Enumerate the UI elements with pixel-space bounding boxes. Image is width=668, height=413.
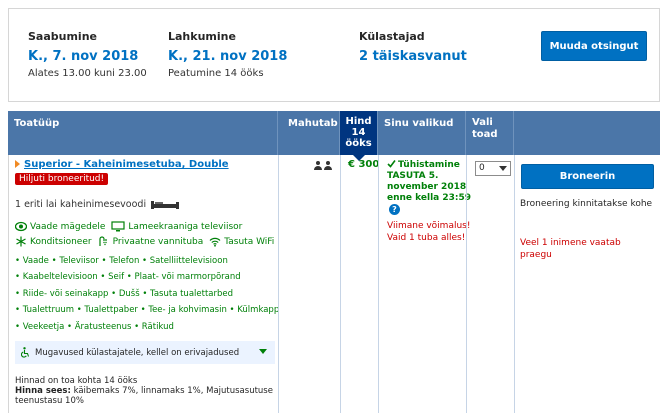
header-room-type: Toatüüp	[8, 111, 278, 155]
amenities-row: • Tualettruum • Tualettpaber • Tee- ja k…	[15, 305, 280, 315]
amenities-row: • Kaabeltelevisioon • Seif • Plaat- või …	[15, 272, 241, 282]
header-price-line3: ööks	[345, 138, 372, 149]
room-price: € 300	[348, 159, 380, 170]
accessibility-label: Mugavused külastajatele, kellel on eriva…	[35, 347, 240, 358]
feature-label: Konditsioneer	[30, 236, 92, 247]
wheelchair-icon	[21, 347, 30, 358]
search-summary: Saabumine K., 7. nov 2018 Alates 13.00 k…	[8, 8, 660, 102]
help-icon[interactable]: ?	[389, 204, 400, 215]
feature-air-conditioning: Konditsioneer	[15, 236, 92, 247]
feature-label: Lameekraaniga televiisor	[128, 221, 243, 232]
header-price-line1: Hind	[345, 116, 372, 127]
checkmark-icon	[387, 160, 396, 168]
last-chance-notice: Viimane võimalus! Vaid 1 tuba alles!	[387, 221, 471, 243]
header-select-rooms: Vali toad	[466, 111, 514, 155]
accessibility-toggle[interactable]: Mugavused külastajatele, kellel on eriva…	[15, 341, 275, 364]
column-divider	[340, 155, 341, 413]
two-persons-icon	[314, 161, 332, 170]
bed-info: 1 eriti lai kaheinimesevoodi	[15, 199, 180, 210]
wifi-icon	[209, 237, 221, 247]
feature-label: Vaade mägedele	[30, 221, 106, 232]
checkout-section: Lahkumine K., 21. nov 2018 Peatumine 14 …	[168, 30, 287, 79]
viewers-notice: Veel 1 inimene vaatab praegu	[520, 238, 621, 260]
amenities-row: • Vaade • Televiisor • Telefon • Satelli…	[15, 256, 228, 266]
bed-icon	[151, 200, 180, 209]
checkin-section: Saabumine K., 7. nov 2018 Alates 13.00 k…	[28, 30, 147, 79]
header-price-line2: 14	[351, 127, 366, 138]
header-choices: Sinu valikud	[378, 111, 466, 155]
price-note-includes: Hinna sees: käibemaks 7%, linnamaks 1%, …	[15, 386, 277, 406]
guests-value[interactable]: 2 täiskasvanut	[359, 49, 467, 64]
room-table: Toatüüp Mahutab Hind 14 ööks Sinu valiku…	[8, 111, 660, 413]
header-select-line2: toad	[472, 129, 498, 140]
caret-right-icon	[15, 160, 20, 168]
table-row: Superior - Kaheinimesetuba, Double Hilju…	[8, 155, 660, 413]
column-divider	[278, 155, 279, 413]
price-note: Hinnad on toa kohta 14 ööks Hinna sees: …	[15, 376, 277, 406]
table-header: Toatüüp Mahutab Hind 14 ööks Sinu valiku…	[8, 111, 660, 161]
checkout-label: Lahkumine	[168, 30, 236, 43]
checkin-hours: Alates 13.00 kuni 23.00	[28, 68, 147, 79]
room-quantity-select[interactable]: 0	[475, 161, 511, 176]
header-action	[514, 111, 660, 155]
eye-icon	[15, 221, 27, 232]
features-row-1: Vaade mägedele Lameekraaniga televiisor	[15, 221, 242, 232]
shower-icon	[98, 236, 107, 246]
modify-search-button[interactable]: Muuda otsingut	[541, 31, 647, 61]
instant-confirmation: Broneering kinnitatakse kohe	[520, 199, 653, 209]
chevron-down-icon	[259, 349, 267, 354]
room-name[interactable]: Superior - Kaheinimesetuba, Double	[24, 159, 229, 170]
features-row-2: Konditsioneer Privaatne vannituba Tasuta…	[15, 236, 274, 247]
amenities-row: • Veekeetja • Äratusteenus • Rätikud	[15, 322, 174, 332]
checkin-label: Saabumine	[28, 30, 97, 43]
header-price[interactable]: Hind 14 ööks	[340, 111, 378, 161]
header-occupancy: Mahutab	[278, 111, 340, 155]
price-note-label: Hinna sees:	[15, 386, 71, 396]
guests-label: Külastajad	[359, 30, 425, 43]
stay-length: Peatumine 14 ööks	[168, 68, 264, 79]
guests-section: Külastajad 2 täiskasvanut	[359, 30, 467, 64]
feature-private-bathroom: Privaatne vannituba	[98, 236, 204, 247]
checkout-date: K., 21. nov 2018	[168, 49, 288, 64]
column-divider	[378, 155, 379, 413]
snowflake-icon	[16, 236, 26, 247]
price-note-nights: Hinnad on toa kohta 14 ööks	[15, 376, 138, 386]
amenities-row: • Riide- või seinakapp • Dušš • Tasuta t…	[15, 289, 234, 299]
recently-booked-badge: Hiljuti broneeritud!	[15, 173, 109, 185]
book-button[interactable]: Broneerin	[521, 164, 654, 189]
column-divider	[466, 155, 467, 413]
checkin-date: K., 7. nov 2018	[28, 49, 139, 64]
cancellation-text: Tühistamine TASUTA 5. november 2018 enne…	[387, 160, 472, 203]
feature-label: Tasuta WiFi	[224, 236, 275, 247]
free-cancellation: Tühistamine TASUTA 5. november 2018 enne…	[387, 159, 472, 216]
dropdown-arrow-icon	[499, 166, 507, 171]
feature-free-wifi: Tasuta WiFi	[209, 236, 274, 247]
feature-flatscreen-tv: Lameekraaniga televiisor	[111, 221, 242, 232]
feature-label: Privaatne vannituba	[112, 236, 204, 247]
room-name-link[interactable]: Superior - Kaheinimesetuba, Double	[15, 159, 229, 170]
tv-icon	[111, 221, 126, 232]
header-select-line1: Vali	[472, 117, 493, 128]
quantity-value: 0	[479, 163, 485, 173]
bed-text: 1 eriti lai kaheinimesevoodi	[15, 199, 147, 210]
feature-mountain-view: Vaade mägedele	[15, 221, 105, 232]
column-divider	[514, 155, 515, 413]
